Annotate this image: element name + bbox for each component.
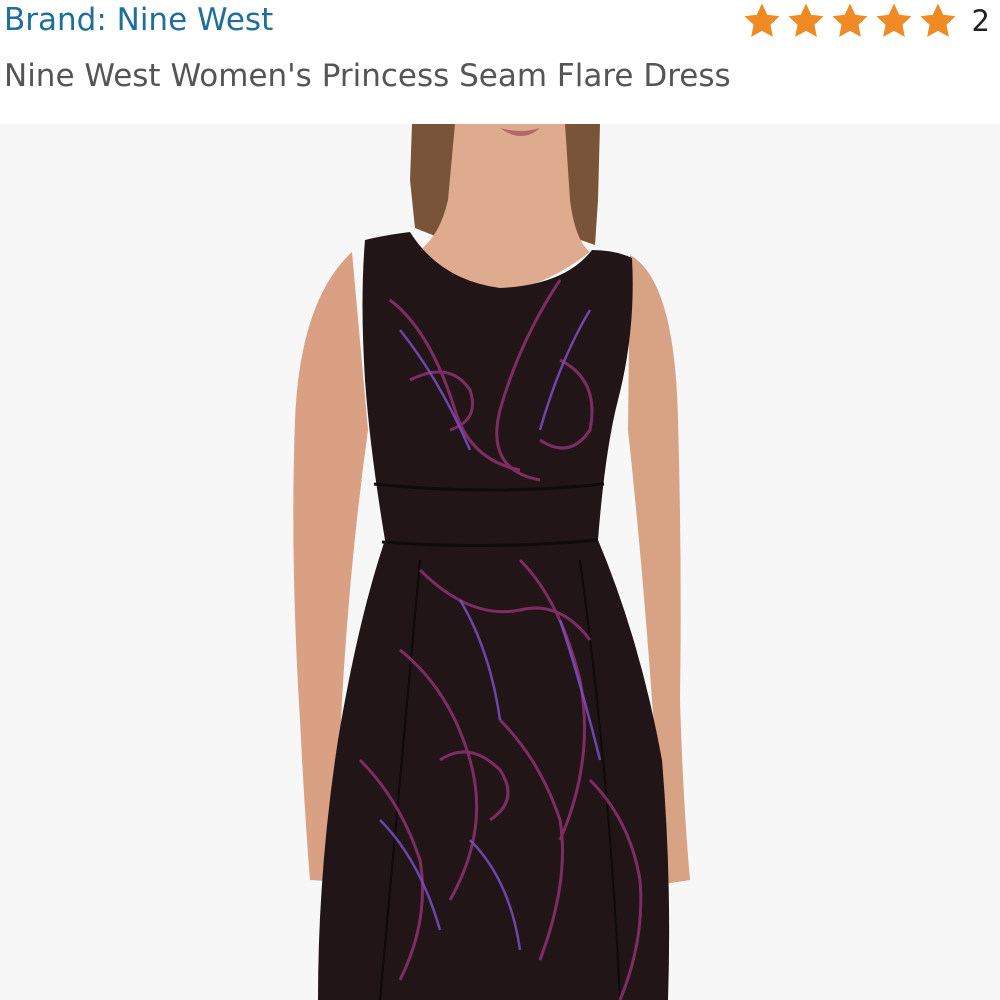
product-image[interactable]	[0, 124, 1000, 1000]
star-icon	[876, 3, 912, 37]
star-rating[interactable]	[742, 1, 962, 41]
rating-summary[interactable]: 2	[742, 0, 990, 42]
product-title: Nine West Women's Princess Seam Flare Dr…	[4, 58, 731, 94]
star-icon	[920, 3, 956, 37]
product-page: Brand: Nine West 2 Nine West Women's Pri…	[0, 0, 1000, 1000]
rating-count[interactable]: 2	[972, 1, 990, 41]
brand-link[interactable]: Brand: Nine West	[4, 0, 273, 40]
dress	[318, 232, 670, 1000]
star-icon	[788, 3, 824, 37]
star-icon	[832, 3, 868, 37]
star-icon	[744, 3, 780, 37]
dress-photo	[0, 124, 1000, 1000]
brand-rating-row: Brand: Nine West 2	[4, 0, 996, 42]
